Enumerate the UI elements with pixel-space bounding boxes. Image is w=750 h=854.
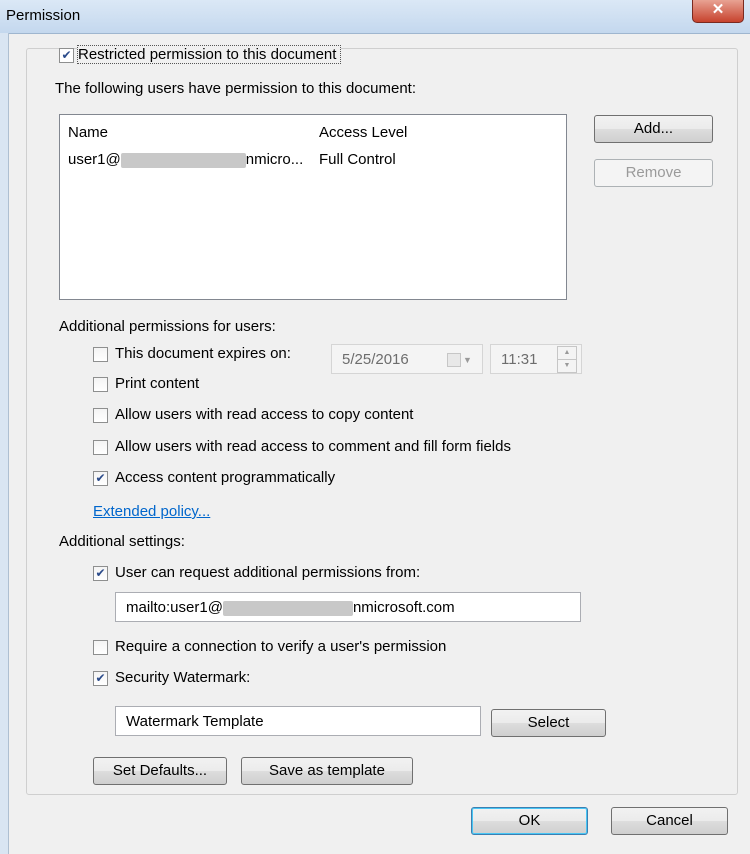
copy-content-label: Allow users with read access to copy con… [115, 406, 414, 423]
close-button[interactable]: ✕ [692, 0, 744, 23]
expiry-time-spinner[interactable]: 11:31 ▲ ▼ [490, 344, 582, 374]
check-icon: ✔ [95, 566, 106, 580]
save-as-template-button[interactable]: Save as template [241, 757, 413, 785]
request-permissions-label: User can request additional permissions … [115, 564, 421, 581]
expiry-date-picker[interactable]: 5/25/2016 ▼ [331, 344, 483, 374]
require-connection-label: Require a connection to verify a user's … [115, 638, 447, 655]
spin-down-icon[interactable]: ▼ [557, 359, 577, 373]
copy-content-checkbox[interactable] [93, 408, 108, 423]
request-permissions-email-field[interactable]: mailto:user1@ nmicrosoft.com [115, 592, 581, 622]
access-programmatically-checkbox[interactable]: ✔ [93, 471, 108, 486]
column-header-name[interactable]: Name [68, 124, 108, 141]
window-frame-left [0, 33, 9, 854]
security-watermark-checkbox[interactable]: ✔ [93, 671, 108, 686]
redacted-text [222, 600, 353, 616]
user-name-prefix: user1@ [68, 151, 121, 168]
add-button[interactable]: Add... [594, 115, 713, 143]
check-icon: ✔ [95, 671, 106, 685]
user-name-cell: user1@ nmicro... [68, 151, 303, 168]
access-level-cell: Full Control [319, 151, 396, 168]
require-connection-checkbox[interactable] [93, 640, 108, 655]
expires-checkbox[interactable] [93, 347, 108, 362]
column-header-access-level[interactable]: Access Level [319, 124, 407, 141]
title-bar: Permission ✕ [0, 0, 750, 34]
calendar-dropdown-icon [447, 353, 461, 367]
watermark-template-value: Watermark Template [126, 713, 264, 730]
select-watermark-button[interactable]: Select [491, 709, 606, 737]
set-defaults-button[interactable]: Set Defaults... [93, 757, 227, 785]
expiry-date-value: 5/25/2016 [342, 351, 409, 368]
users-caption: The following users have permission to t… [55, 80, 417, 97]
watermark-template-field[interactable]: Watermark Template [115, 706, 481, 736]
user-list[interactable]: Name Access Level user1@ nmicro... Full C… [59, 114, 567, 300]
additional-settings-caption: Additional settings: [59, 533, 185, 550]
chevron-down-icon: ▼ [463, 355, 472, 365]
remove-button[interactable]: Remove [594, 159, 713, 187]
additional-permissions-caption: Additional permissions for users: [59, 318, 276, 335]
cancel-button[interactable]: Cancel [611, 807, 728, 835]
restricted-permission-checkbox[interactable]: ✔ [59, 48, 74, 63]
close-icon: ✕ [711, 1, 725, 18]
window-title: Permission [6, 7, 81, 24]
request-email-prefix: mailto:user1@ [126, 599, 223, 616]
print-content-checkbox[interactable] [93, 377, 108, 392]
spin-up-icon[interactable]: ▲ [557, 346, 577, 360]
check-icon: ✔ [95, 471, 106, 485]
extended-policy-link[interactable]: Extended policy... [93, 503, 210, 520]
expiry-time-value: 11:31 [501, 351, 538, 368]
comment-fill-checkbox[interactable] [93, 440, 108, 455]
redacted-text [120, 152, 246, 168]
print-content-label: Print content [115, 375, 200, 392]
comment-fill-label: Allow users with read access to comment … [115, 438, 511, 455]
request-permissions-checkbox[interactable]: ✔ [93, 566, 108, 581]
table-row[interactable]: user1@ nmicro... Full Control [60, 147, 566, 173]
restricted-permission-label: Restricted permission to this document [77, 45, 342, 64]
check-icon: ✔ [61, 48, 72, 62]
request-email-suffix: nmicrosoft.com [352, 599, 455, 616]
expires-label: This document expires on: [115, 345, 291, 362]
security-watermark-label: Security Watermark: [115, 669, 251, 686]
ok-button[interactable]: OK [471, 807, 588, 835]
user-name-suffix: nmicro... [245, 151, 304, 168]
access-programmatically-label: Access content programmatically [115, 469, 336, 486]
permission-dialog: Permission ✕ ✔ Restricted permission to … [0, 0, 750, 854]
